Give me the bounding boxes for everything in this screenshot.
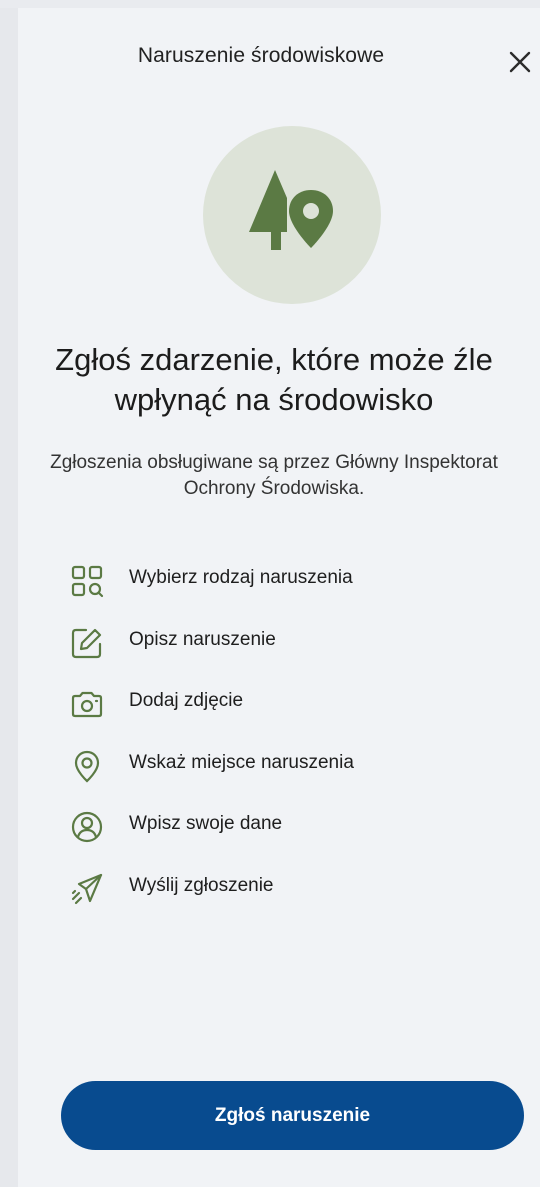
close-button[interactable]: [502, 40, 538, 76]
send-icon: [71, 873, 103, 904]
step-label: Wyślij zgłoszenie: [129, 874, 274, 896]
user-circle-icon: [71, 811, 103, 843]
headline: Zgłoś zdarzenie, które może źle wpłynąć …: [55, 342, 493, 417]
report-violation-button[interactable]: Zgłoś naruszenie: [61, 1081, 524, 1150]
step-label: Opisz naruszenie: [129, 628, 276, 650]
camera-icon: [71, 691, 103, 718]
window-left-edge: [0, 8, 18, 1187]
list-item: Dodaj zdjęcie: [70, 683, 520, 745]
window-top-edge: [0, 0, 540, 8]
edit-icon: [71, 628, 102, 658]
close-icon: [509, 51, 531, 73]
category-search-icon: [71, 565, 104, 598]
panel-title: Naruszenie środowiskowe: [137, 44, 385, 67]
step-label: Wpisz swoje dane: [129, 813, 283, 834]
step-label: Wskaż miejsce naruszenia: [129, 751, 354, 773]
list-item: Wybierz rodzaj naruszenia: [70, 560, 520, 622]
step-label: Dodaj zdjęcie: [129, 690, 244, 711]
tree-location-icon: [249, 170, 333, 250]
description: Zgłoszenia obsługiwane są przez Główny I…: [50, 452, 498, 499]
step-label: Wybierz rodzaj naruszenia: [129, 567, 353, 588]
list-item: Wpisz swoje dane: [70, 806, 520, 868]
steps-list: Wybierz rodzaj naruszenia Opisz naruszen…: [70, 560, 520, 929]
location-pin-icon: [74, 750, 100, 782]
list-item: Wyślij zgłoszenie: [70, 868, 520, 930]
list-item: Wskaż miejsce naruszenia: [70, 745, 520, 807]
list-item: Opisz naruszenie: [70, 622, 520, 684]
hero-illustration: [203, 126, 381, 304]
